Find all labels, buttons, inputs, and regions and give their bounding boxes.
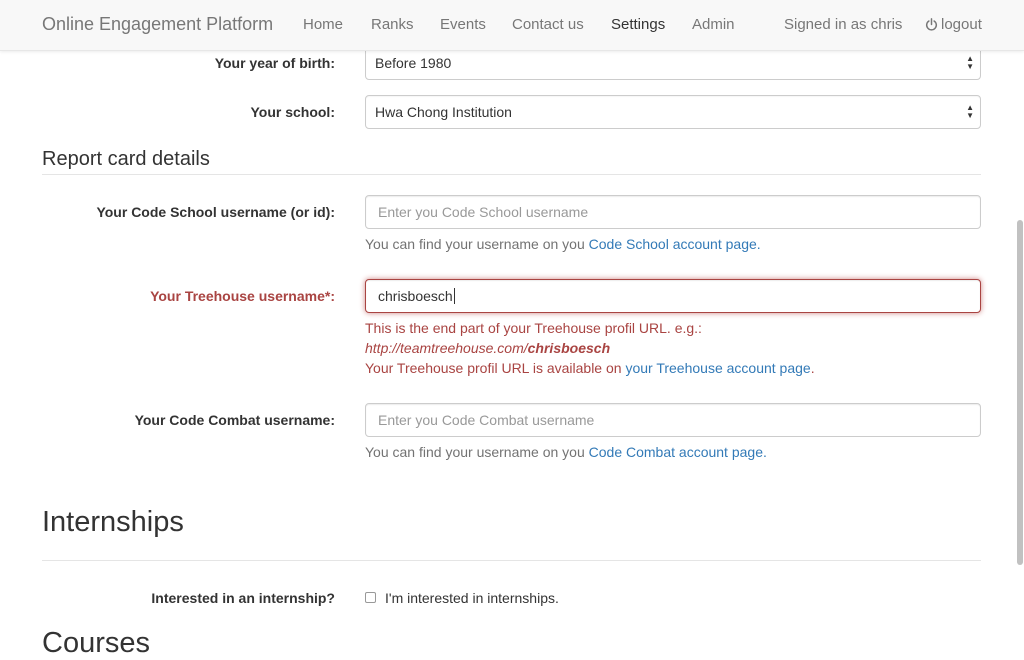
internship-checkbox-label[interactable]: I'm interested in internships. <box>385 590 559 606</box>
treehouse-username-input[interactable]: chrisboesch <box>365 279 981 313</box>
signed-in-text: Signed in as chris <box>784 16 903 33</box>
section-divider <box>42 560 981 561</box>
treehouse-url-username: chrisboesch <box>527 340 611 356</box>
year-of-birth-label: Your year of birth: <box>214 55 335 71</box>
treehouse-help-suffix: . <box>810 360 815 376</box>
brand-link[interactable]: Online Engagement Platform <box>42 14 273 35</box>
internship-label: Interested in an internship? <box>151 590 335 606</box>
logout-label: logout <box>941 16 982 33</box>
nav-ranks[interactable]: Ranks <box>371 16 414 33</box>
select-arrows-icon: ▲ ▼ <box>966 54 974 71</box>
school-value: Hwa Chong Institution <box>375 104 512 120</box>
nav-admin[interactable]: Admin <box>692 16 735 33</box>
year-of-birth-select[interactable]: Before 1980 ▲ ▼ <box>365 46 981 80</box>
nav-settings[interactable]: Settings <box>611 16 665 33</box>
logout-link[interactable]: logout <box>925 16 982 33</box>
school-select[interactable]: Hwa Chong Institution ▲ ▼ <box>365 95 981 129</box>
internships-heading: Internships <box>42 506 184 538</box>
treehouse-username-value: chrisboesch <box>378 288 455 304</box>
treehouse-help-line3-text: Your Treehouse profil URL is available o… <box>365 360 626 376</box>
page-scrollbar[interactable] <box>1015 50 1024 660</box>
text-cursor <box>453 288 455 304</box>
nav-events[interactable]: Events <box>440 16 486 33</box>
codeschool-username-input[interactable]: Enter you Code School username <box>365 195 981 229</box>
codecombat-username-input[interactable]: Enter you Code Combat username <box>365 403 981 437</box>
treehouse-account-link[interactable]: your Treehouse account page <box>625 360 810 376</box>
report-card-heading: Report card details <box>42 148 210 170</box>
treehouse-url-prefix: http://teamtreehouse.com/ <box>365 340 528 356</box>
courses-heading: Courses <box>42 627 150 659</box>
internship-checkbox[interactable] <box>365 592 376 603</box>
treehouse-help-url: http://teamtreehouse.com/chrisboesch <box>365 340 610 356</box>
codecombat-help: You can find your username on you Code C… <box>365 444 767 460</box>
treehouse-help-line3: Your Treehouse profil URL is available o… <box>365 360 815 376</box>
codecombat-account-link[interactable]: Code Combat account page. <box>589 444 767 460</box>
codeschool-placeholder: Enter you Code School username <box>378 204 589 220</box>
treehouse-help-line1: This is the end part of your Treehouse p… <box>365 320 702 336</box>
codecombat-help-text: You can find your username on you <box>365 444 589 460</box>
treehouse-label: Your Treehouse username*: <box>150 288 335 304</box>
codeschool-help-text: You can find your username on you <box>365 236 589 252</box>
year-of-birth-value: Before 1980 <box>375 55 452 71</box>
section-divider <box>42 174 981 175</box>
select-arrows-icon: ▲ ▼ <box>966 103 974 120</box>
codecombat-label: Your Code Combat username: <box>134 412 335 428</box>
codeschool-account-link[interactable]: Code School account page. <box>589 236 761 252</box>
power-icon <box>925 18 938 31</box>
codecombat-placeholder: Enter you Code Combat username <box>378 412 595 428</box>
top-navbar: Online Engagement Platform Home Ranks Ev… <box>0 0 1024 51</box>
nav-contact-us[interactable]: Contact us <box>512 16 584 33</box>
school-label: Your school: <box>250 104 335 120</box>
codeschool-label: Your Code School username (or id): <box>96 204 335 220</box>
codeschool-help: You can find your username on you Code S… <box>365 236 761 252</box>
scrollbar-thumb[interactable] <box>1017 220 1023 565</box>
treehouse-value-text: chrisboesch <box>378 288 453 304</box>
nav-home[interactable]: Home <box>303 16 343 33</box>
